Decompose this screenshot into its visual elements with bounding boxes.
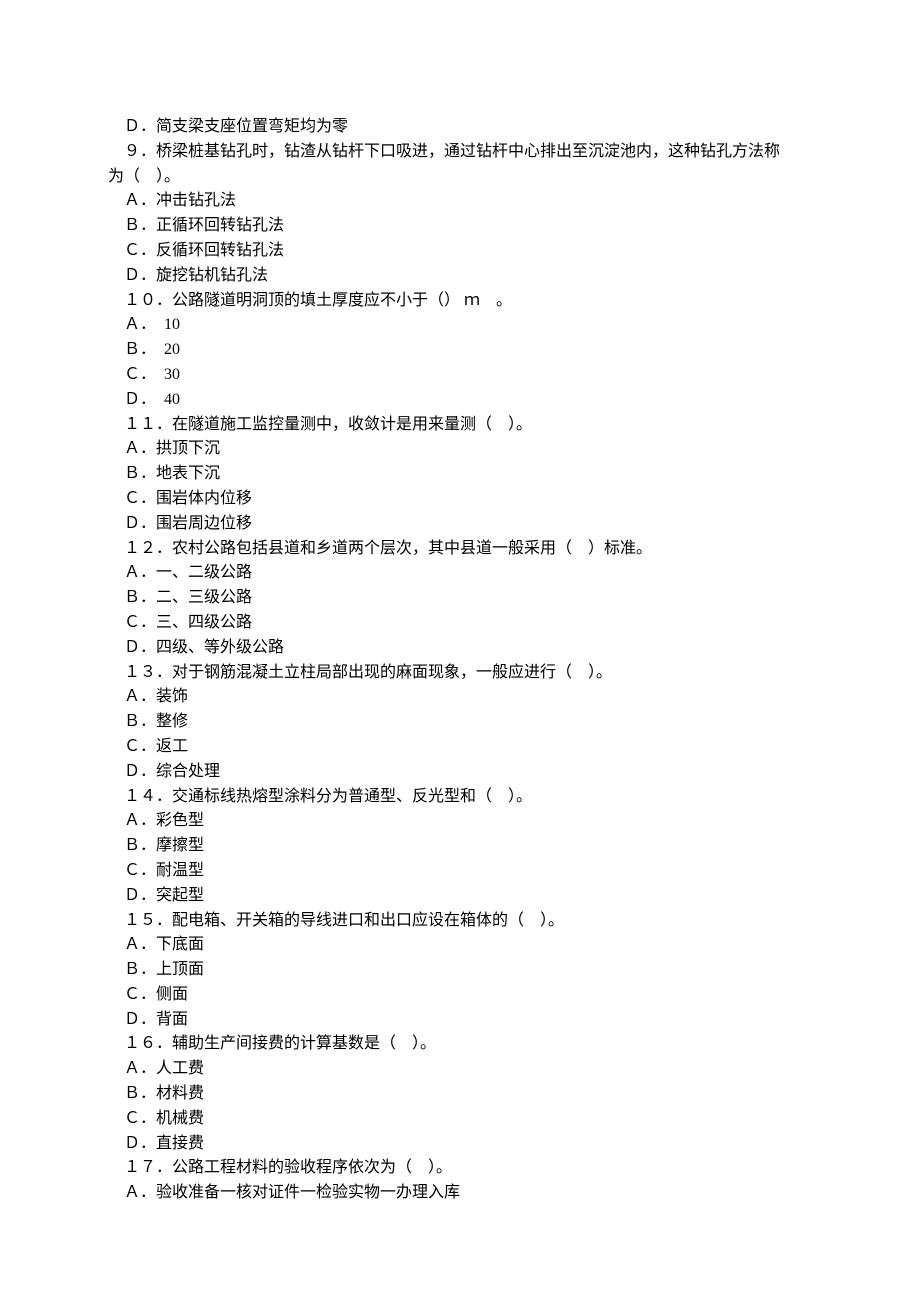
q11-stem: １１．在隧道施工监控量测中，收敛计是用来量测（ ）。: [124, 413, 920, 438]
q9-a: Ａ．冲击钻孔法: [124, 189, 920, 214]
document-body: Ｄ．简支梁支座位置弯矩均为零９．桥梁桩基钻孔时，钻渣从钻杆下口吸进，通过钻杆中心…: [124, 115, 920, 1206]
q15-stem: １５．配电箱、开关箱的导线进口和出口应设在箱体的（ ）。: [124, 909, 920, 934]
q16-d: Ｄ．直接费: [124, 1132, 920, 1157]
q11-c: Ｃ．围岩体内位移: [124, 487, 920, 512]
q9-c: Ｃ．反循环回转钻孔法: [124, 239, 920, 264]
q15-d: Ｄ．背面: [124, 1008, 920, 1033]
q16-c: Ｃ．机械费: [124, 1107, 920, 1132]
q9-stem1: ９．桥梁桩基钻孔时，钻渣从钻杆下口吸进，通过钻杆中心排出至沉淀池内，这种钻孔方法…: [124, 140, 920, 165]
q16-stem: １６．辅助生产间接费的计算基数是（ ）。: [124, 1032, 920, 1057]
q11-b: Ｂ．地表下沉: [124, 462, 920, 487]
q10-b: Ｂ． 20: [124, 338, 920, 363]
q14-c: Ｃ．耐温型: [124, 859, 920, 884]
q16-b: Ｂ．材料费: [124, 1082, 920, 1107]
q17-stem: １７．公路工程材料的验收程序依次为（ ）。: [124, 1156, 920, 1181]
q10-c: Ｃ． 30: [124, 363, 920, 388]
l-d-prev: Ｄ．简支梁支座位置弯矩均为零: [124, 115, 920, 140]
q15-a: Ａ．下底面: [124, 933, 920, 958]
q16-a: Ａ．人工费: [124, 1057, 920, 1082]
q13-a: Ａ．装饰: [124, 685, 920, 710]
q14-d: Ｄ．突起型: [124, 884, 920, 909]
q15-b: Ｂ．上顶面: [124, 958, 920, 983]
q10-stem: １０．公路隧道明洞顶的填土厚度应不小于（） ｍ 。: [124, 289, 920, 314]
q13-b: Ｂ．整修: [124, 710, 920, 735]
q11-a: Ａ．拱顶下沉: [124, 437, 920, 462]
q15-c: Ｃ．侧面: [124, 983, 920, 1008]
q12-d: Ｄ．四级、等外级公路: [124, 636, 920, 661]
q12-stem: １２．农村公路包括县道和乡道两个层次，其中县道一般采用（ ）标准。: [124, 537, 920, 562]
q12-b: Ｂ．二、三级公路: [124, 586, 920, 611]
q9-stem2: 为（ ）。: [108, 165, 920, 190]
q13-d: Ｄ．综合处理: [124, 760, 920, 785]
q11-d: Ｄ．围岩周边位移: [124, 512, 920, 537]
q10-d: Ｄ． 40: [124, 388, 920, 413]
q10-a: Ａ． 10: [124, 313, 920, 338]
q12-a: Ａ．一、二级公路: [124, 561, 920, 586]
q14-b: Ｂ．摩擦型: [124, 834, 920, 859]
q14-a: Ａ．彩色型: [124, 809, 920, 834]
q12-c: Ｃ．三、四级公路: [124, 611, 920, 636]
q17-a: Ａ．验收准备一核对证件一检验实物一办理入库: [124, 1181, 920, 1206]
q14-stem: １４．交通标线热熔型涂料分为普通型、反光型和（ ）。: [124, 785, 920, 810]
q9-b: Ｂ．正循环回转钻孔法: [124, 214, 920, 239]
q13-stem: １３．对于钢筋混凝土立柱局部出现的麻面现象，一般应进行（ ）。: [124, 661, 920, 686]
q13-c: Ｃ．返工: [124, 735, 920, 760]
q9-d: Ｄ．旋挖钻机钻孔法: [124, 264, 920, 289]
